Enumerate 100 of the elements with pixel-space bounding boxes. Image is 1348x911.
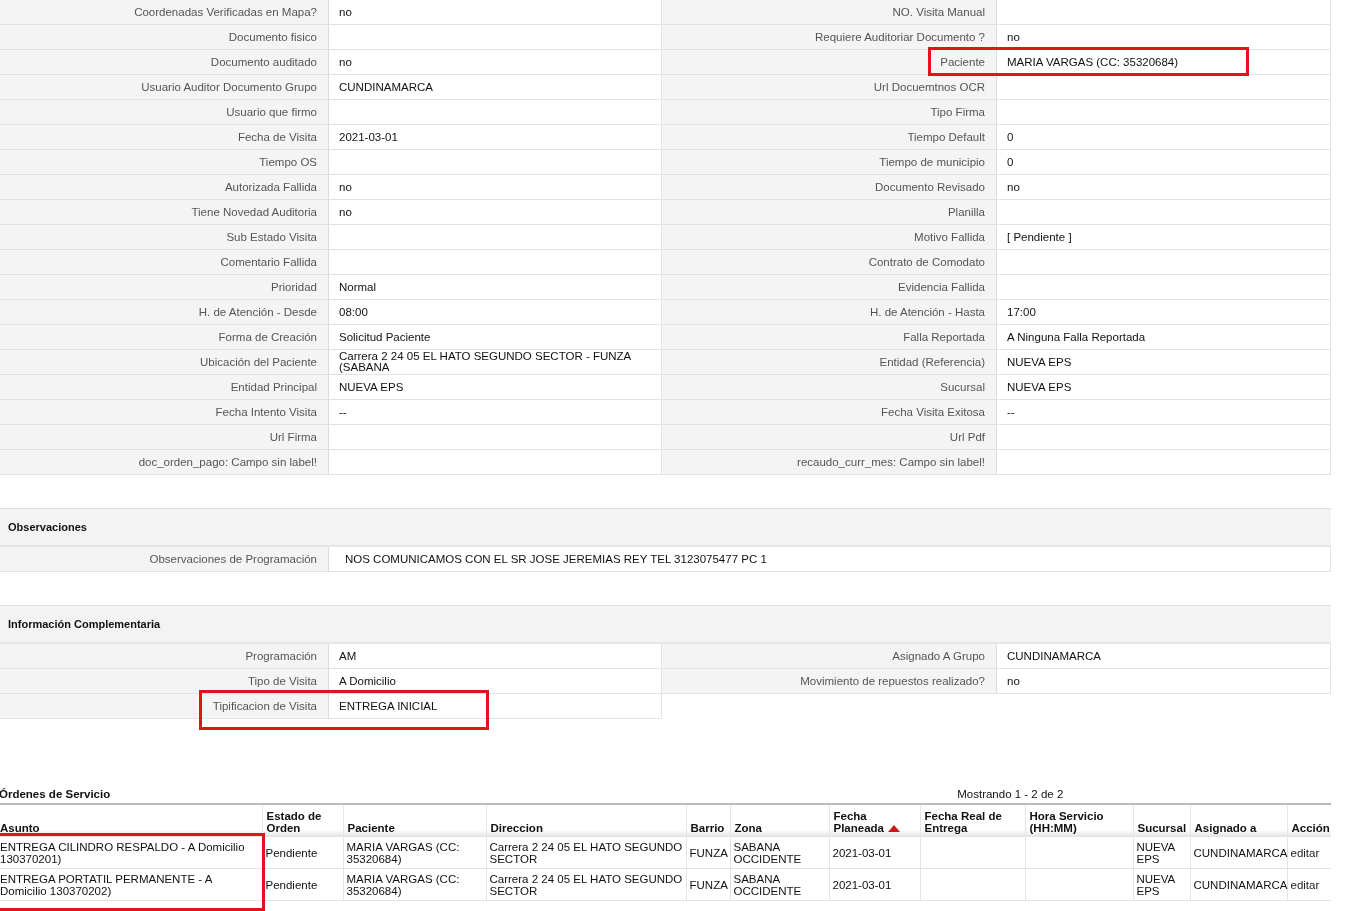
table-cell: Carrera 2 24 05 EL HATO SEGUNDO SECTOR bbox=[486, 836, 686, 869]
table-cell: NUEVA EPS bbox=[1133, 836, 1190, 869]
field-value: 08:00 bbox=[329, 300, 662, 325]
table-cell: SABANA OCCIDENTE bbox=[730, 868, 829, 901]
field-value: MARIA VARGAS (CC: 35320684) bbox=[997, 50, 1331, 75]
field-label: Forma de Creación bbox=[0, 325, 329, 350]
field-value: ENTREGA INICIAL bbox=[329, 694, 662, 719]
field-label: Movimiento de repuestos realizado? bbox=[662, 669, 997, 694]
field-label: recaudo_curr_mes: Campo sin label! bbox=[662, 450, 997, 475]
section-header: Observaciones bbox=[0, 508, 1331, 547]
table-cell: NUEVA EPS bbox=[1133, 868, 1190, 901]
field-value: no bbox=[329, 175, 662, 200]
field-label: Contrato de Comodato bbox=[662, 250, 997, 275]
field-value: 17:00 bbox=[997, 300, 1331, 325]
column-header[interactable]: Paciente bbox=[343, 804, 486, 837]
table-cell: Carrera 2 24 05 EL HATO SEGUNDO SECTOR bbox=[486, 868, 686, 901]
section-header: Información Complementaria bbox=[0, 605, 1331, 644]
column-header[interactable]: Hora Servicio (HH:MM) bbox=[1025, 804, 1133, 837]
field-label: Sub Estado Visita bbox=[0, 225, 329, 250]
field-label: Fecha Intento Visita bbox=[0, 400, 329, 425]
field-label: Usuario Auditor Documento Grupo bbox=[0, 75, 329, 100]
field-label: Coordenadas Verificadas en Mapa? bbox=[0, 0, 329, 25]
field-label: Tiempo OS bbox=[0, 150, 329, 175]
field-label: Entidad Principal bbox=[0, 375, 329, 400]
field-label: Programación bbox=[0, 644, 329, 669]
field-label: Url Docuemtnos OCR bbox=[662, 75, 997, 100]
field-value: -- bbox=[329, 400, 662, 425]
field-label: H. de Atención - Hasta bbox=[662, 300, 997, 325]
field-value: NUEVA EPS bbox=[997, 375, 1331, 400]
field-label: Documento auditado bbox=[0, 50, 329, 75]
field-label: Entidad (Referencia) bbox=[662, 350, 997, 375]
field-label: Falla Reportada bbox=[662, 325, 997, 350]
table-cell: Pendiente bbox=[262, 868, 343, 901]
field-value: CUNDINAMARCA bbox=[329, 75, 662, 100]
field-value: no bbox=[997, 669, 1331, 694]
field-label: Prioridad bbox=[0, 275, 329, 300]
column-header[interactable]: Estado de Orden bbox=[262, 804, 343, 837]
field-label: Url Pdf bbox=[662, 425, 997, 450]
field-value: [ Pendiente ] bbox=[997, 225, 1331, 250]
field-label: doc_orden_pago: Campo sin label! bbox=[0, 450, 329, 475]
column-header[interactable]: Zona bbox=[730, 804, 829, 837]
field-value: AM bbox=[329, 644, 662, 669]
field-value: no bbox=[997, 25, 1331, 50]
field-label: Motivo Fallida bbox=[662, 225, 997, 250]
table-cell: 2021-03-01 bbox=[829, 836, 920, 869]
field-label: Usuario que firmo bbox=[0, 100, 329, 125]
field-value: no bbox=[329, 200, 662, 225]
field-label: Tiempo de municipio bbox=[662, 150, 997, 175]
field-label: Tiempo Default bbox=[662, 125, 997, 150]
field-value: no bbox=[329, 50, 662, 75]
field-label: Autorizada Fallida bbox=[0, 175, 329, 200]
field-label: Observaciones de Programación bbox=[0, 547, 329, 572]
column-header[interactable]: Asignado a bbox=[1190, 804, 1287, 837]
column-header[interactable]: Direccion bbox=[486, 804, 686, 837]
field-label: Evidencia Fallida bbox=[662, 275, 997, 300]
field-label: Tipo de Visita bbox=[0, 669, 329, 694]
field-value: 0 bbox=[997, 125, 1331, 150]
field-value: -- bbox=[997, 400, 1331, 425]
field-value: 0 bbox=[997, 150, 1331, 175]
table-cell: MARIA VARGAS (CC: 35320684) bbox=[343, 836, 486, 869]
field-label: Sucursal bbox=[662, 375, 997, 400]
field-value: 2021-03-01 bbox=[329, 125, 662, 150]
field-value: Solicitud Paciente bbox=[329, 325, 662, 350]
field-label: Planilla bbox=[662, 200, 997, 225]
field-value: CUNDINAMARCA bbox=[997, 644, 1331, 669]
column-header[interactable]: Barrio bbox=[686, 804, 730, 837]
pager-text: Mostrando 1 - 2 de 2 bbox=[957, 787, 1064, 800]
field-value: A Ninguna Falla Reportada bbox=[997, 325, 1331, 350]
field-label: Fecha de Visita bbox=[0, 125, 329, 150]
field-label: Documento fisico bbox=[0, 25, 329, 50]
field-label: Tiene Novedad Auditoria bbox=[0, 200, 329, 225]
column-header[interactable]: Acción bbox=[1287, 804, 1331, 837]
table-cell: CUNDINAMARCA bbox=[1190, 836, 1287, 869]
field-value: Carrera 2 24 05 EL HATO SEGUNDO SECTOR - FUNZA (SABANA bbox=[329, 350, 662, 375]
field-label: NO. Visita Manual bbox=[662, 0, 997, 25]
table-cell: FUNZA bbox=[686, 868, 730, 901]
field-label: Fecha Visita Exitosa bbox=[662, 400, 997, 425]
field-label: H. de Atención - Desde bbox=[0, 300, 329, 325]
field-label: Ubicación del Paciente bbox=[0, 350, 329, 375]
table-cell: FUNZA bbox=[686, 836, 730, 869]
column-header[interactable]: Sucursal bbox=[1133, 804, 1190, 837]
field-label: Asignado A Grupo bbox=[662, 644, 997, 669]
table-cell: SABANA OCCIDENTE bbox=[730, 836, 829, 869]
column-header[interactable]: Fecha Planeada bbox=[829, 804, 920, 837]
field-value: NUEVA EPS bbox=[997, 350, 1331, 375]
field-value: no bbox=[329, 0, 662, 25]
table-cell: MARIA VARGAS (CC: 35320684) bbox=[343, 868, 486, 901]
field-label: Documento Revisado bbox=[662, 175, 997, 200]
column-header[interactable]: Fecha Real de Entrega bbox=[920, 804, 1025, 837]
table-cell: Pendiente bbox=[262, 836, 343, 869]
table-title: Órdenes de Servicio bbox=[0, 787, 111, 800]
table-cell: CUNDINAMARCA bbox=[1190, 868, 1287, 901]
field-value: NUEVA EPS bbox=[329, 375, 662, 400]
field-value: A Domicilio bbox=[329, 669, 662, 694]
field-label: Url Firma bbox=[0, 425, 329, 450]
field-label: Requiere Auditoriar Documento ? bbox=[662, 25, 997, 50]
field-value: NOS COMUNICAMOS CON EL SR JOSE JEREMIAS REY TEL 3123075477 PC 1 bbox=[329, 547, 1331, 572]
table-cell: 2021-03-01 bbox=[829, 868, 920, 901]
field-value: no bbox=[997, 175, 1331, 200]
field-value: Normal bbox=[329, 275, 662, 300]
